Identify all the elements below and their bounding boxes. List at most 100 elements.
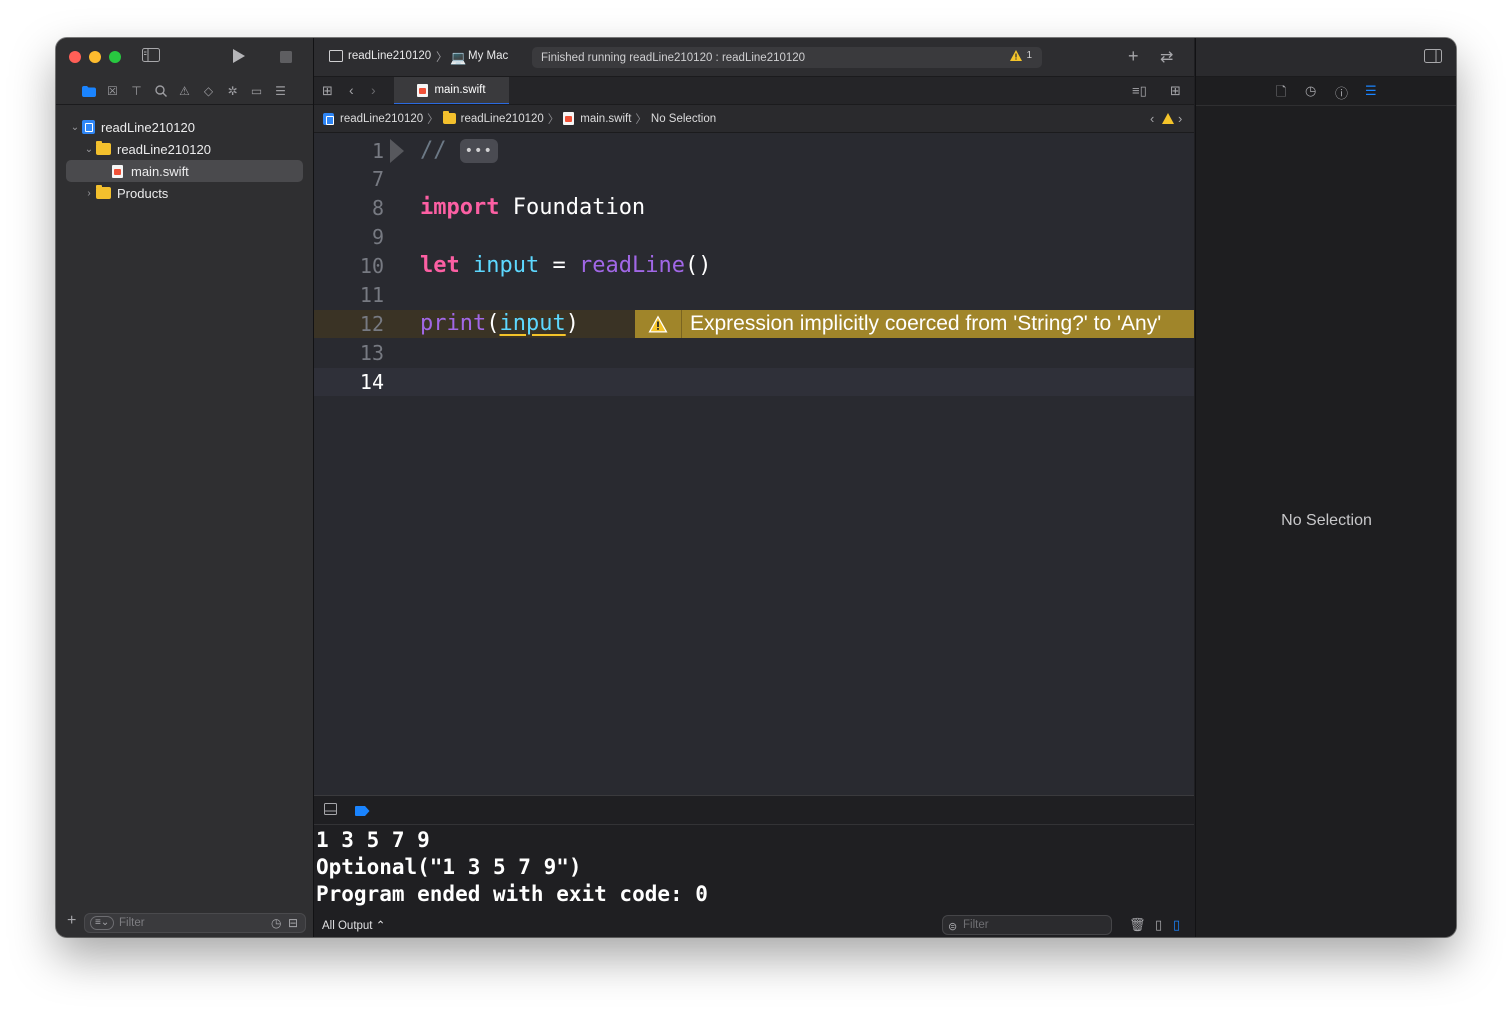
inspector-toggle-icon[interactable]	[1424, 49, 1442, 66]
code-review-icon[interactable]: ⇄	[1160, 47, 1173, 67]
activity-status-text: Finished running readLine210120 : readLi…	[541, 51, 806, 64]
tab-label: main.swift	[434, 84, 486, 96]
related-items-grid-icon[interactable]: ⊞	[322, 83, 333, 99]
line-number: 7	[371, 167, 384, 191]
swift-file-icon	[563, 112, 575, 125]
previous-issue-icon[interactable]: ‹	[1150, 111, 1154, 126]
symbol-hierarchy-icon[interactable]: ⊤	[129, 83, 145, 99]
breadcrumb-item[interactable]: readLine210120	[340, 113, 423, 125]
breadcrumb-item[interactable]: No Selection	[651, 113, 716, 125]
debug-icon[interactable]: ✲	[225, 83, 241, 99]
editor-options-icon[interactable]: ≡▯	[1132, 83, 1147, 99]
line-number: 11	[359, 283, 384, 307]
variables-view-icon[interactable]: ▯	[1155, 917, 1162, 933]
filter-placeholder: Filter	[963, 919, 989, 931]
project-file-icon	[82, 120, 95, 134]
sidebar-toggle-icon[interactable]	[142, 48, 160, 65]
tree-item-main-swift[interactable]: main.swift	[66, 160, 303, 182]
history-icon[interactable]: ◷	[1305, 83, 1316, 99]
mac-laptop-icon: 💻	[450, 50, 467, 65]
forward-arrow-icon[interactable]: ›	[371, 82, 376, 98]
back-arrow-icon[interactable]: ‹	[349, 82, 354, 98]
next-issue-icon[interactable]: ›	[1178, 111, 1182, 126]
breakpoint-icon[interactable]: ▭	[249, 83, 265, 99]
stop-button[interactable]	[280, 50, 292, 66]
recent-files-icon[interactable]: ◷	[271, 916, 281, 930]
report-icon[interactable]: ☰	[273, 83, 289, 99]
console-footer: All Output ⌃ ⊜ Filter 🗑 ▯ ▯	[314, 912, 1194, 937]
line-number: 14	[359, 370, 384, 394]
console-output: 1 3 5 7 9 Optional("1 3 5 7 9") Program en…	[314, 825, 1194, 910]
chevron-down-icon[interactable]: ⌄	[82, 144, 96, 155]
inline-warning-banner[interactable]: Expression implicitly coerced from 'Stri…	[635, 310, 1194, 338]
swift-file-icon	[417, 83, 429, 97]
folder-icon[interactable]	[81, 83, 97, 99]
console-line: Program ended with exit code: 0	[316, 882, 708, 906]
tree-item-label: readLine210120	[101, 119, 195, 135]
breadcrumb-item[interactable]: main.swift	[580, 113, 631, 125]
code-line: 7	[314, 165, 1194, 193]
chevron-down-icon[interactable]: ⌄	[68, 122, 82, 133]
tree-item-products[interactable]: › Products	[56, 182, 313, 204]
warning-icon[interactable]	[1162, 112, 1174, 127]
breadcrumb: readLine210120 〉 readLine210120 〉 main.s…	[314, 105, 1194, 133]
tree-item-project[interactable]: ⌄ readLine210120	[56, 116, 313, 138]
fold-ribbon-icon[interactable]	[390, 139, 404, 163]
destination-selector[interactable]: My Mac	[468, 50, 508, 62]
scheme-selector[interactable]: readLine210120	[348, 50, 431, 62]
breakpoints-toggle-icon[interactable]	[354, 804, 370, 819]
search-icon[interactable]	[153, 83, 169, 99]
warning-count-badge[interactable]: 1	[1010, 50, 1032, 61]
hide-debug-area-icon[interactable]	[324, 803, 337, 818]
code-line: 9	[314, 223, 1194, 251]
code-text: let input = readLine()	[420, 253, 712, 278]
source-editor[interactable]: 1 // ••• 7 8 import Foundation 9 10 let …	[314, 134, 1194, 796]
source-control-filter-icon[interactable]: ⊟	[288, 916, 298, 930]
code-line: 13	[314, 339, 1194, 367]
console-toolbar	[314, 796, 1194, 825]
file-inspector-icon[interactable]: 🗋	[1276, 83, 1286, 105]
close-window-button[interactable]	[69, 51, 81, 63]
folder-icon	[96, 141, 111, 155]
tree-item-label: readLine210120	[117, 141, 211, 157]
code-text: import Foundation	[420, 195, 646, 220]
window-titlebar-left	[56, 38, 313, 76]
tab-main-swift[interactable]: main.swift	[394, 77, 509, 104]
breadcrumb-item[interactable]: readLine210120	[461, 113, 544, 125]
window-toolbar: readLine210120 〉 💻 My Mac Finished runni…	[314, 38, 1194, 77]
filter-options-icon[interactable]: ≡⌄	[90, 916, 115, 930]
console-filter-field[interactable]: ⊜ Filter	[942, 915, 1112, 935]
code-line-warning: 12 print(input) Expression implicitly co…	[314, 310, 1194, 338]
folder-icon	[442, 111, 456, 124]
split-editor-icon[interactable]: ⊞	[1170, 83, 1181, 99]
line-number: 1	[371, 139, 384, 163]
output-scope-selector[interactable]: All Output ⌃	[322, 918, 385, 932]
help-icon[interactable]: ⓘ	[1335, 83, 1348, 102]
source-control-icon[interactable]: ☒	[105, 83, 121, 99]
navigator-footer: + ≡⌄ Filter ◷ ⊟	[56, 909, 313, 937]
console-view-icon[interactable]: ▯	[1173, 917, 1180, 933]
add-icon[interactable]: +	[67, 912, 76, 930]
line-number: 9	[371, 225, 384, 249]
xcode-window: ☒ ⊤ ⚠ ◇ ✲ ▭ ☰ ⌄ readLine210120 ⌄ readLin…	[56, 38, 1456, 937]
code-line-current: 14	[314, 368, 1194, 396]
test-diamond-icon[interactable]: ◇	[201, 83, 217, 99]
tree-item-group[interactable]: ⌄ readLine210120	[56, 138, 313, 160]
issue-warning-icon[interactable]: ⚠	[177, 83, 193, 99]
code-line: 10 let input = readLine()	[314, 252, 1194, 280]
chevron-right-icon: 〉	[436, 52, 448, 64]
chevron-right-icon: 〉	[635, 113, 647, 126]
add-library-icon[interactable]: +	[1128, 46, 1139, 67]
folded-code-pill[interactable]: •••	[459, 139, 498, 163]
run-button[interactable]	[232, 48, 246, 67]
chevron-right-icon[interactable]: ›	[82, 188, 96, 199]
no-selection-label: No Selection	[1281, 512, 1372, 529]
filter-icon: ⊜	[948, 921, 958, 933]
chevron-right-icon: 〉	[547, 113, 560, 126]
attributes-inspector-icon[interactable]: ☰	[1365, 83, 1377, 99]
zoom-window-button[interactable]	[109, 51, 121, 63]
editor-tab-bar: ⊞ ‹ › main.swift ≡▯ ⊞	[314, 77, 1194, 105]
minimize-window-button[interactable]	[89, 51, 101, 63]
navigator-filter-field[interactable]: ≡⌄ Filter ◷ ⊟	[84, 913, 306, 933]
trash-icon[interactable]: 🗑	[1129, 917, 1146, 933]
